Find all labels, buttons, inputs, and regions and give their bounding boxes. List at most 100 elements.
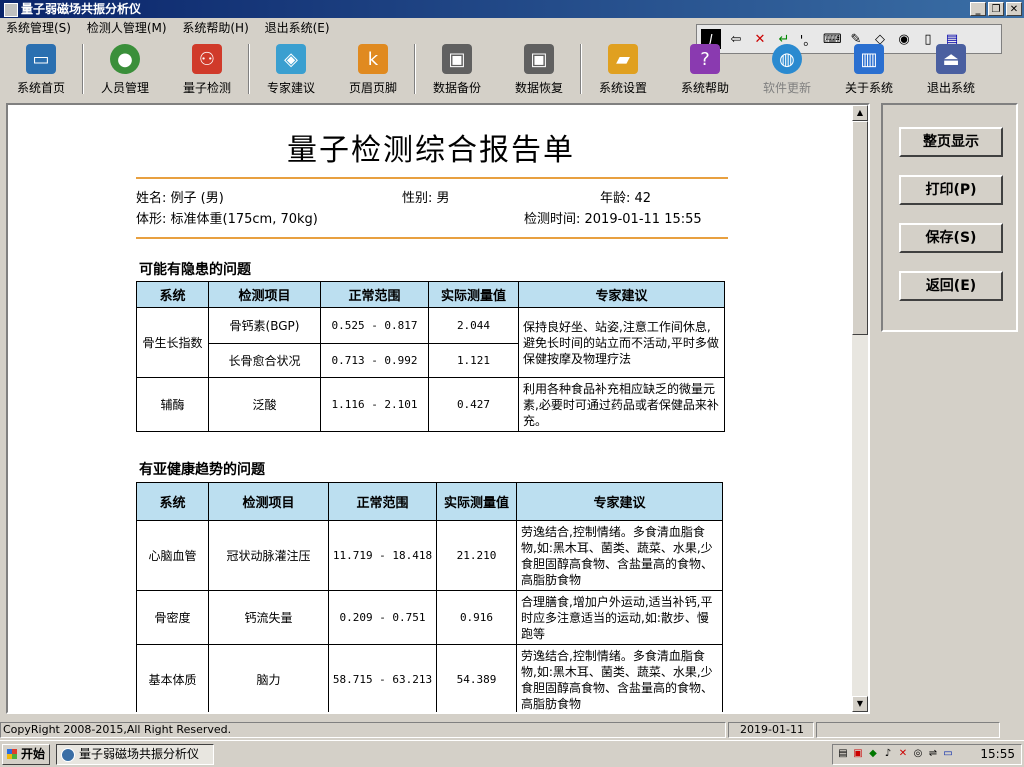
cell-item: 冠状动脉灌注压 <box>208 520 329 591</box>
minimize-button[interactable]: _ <box>970 2 986 16</box>
tray-volume-icon[interactable]: ♪ <box>882 748 894 760</box>
status-empty-pane <box>816 722 1000 738</box>
book-icon: ◈ <box>276 44 306 74</box>
header-system: 系统 <box>136 281 209 308</box>
cell-range: 58.715 - 63.213 <box>328 644 437 712</box>
main-toolbar: ▭ 系统首页 ● 人员管理 ⚇ 量子检测 ◈ 专家建议 k 页眉页脚 ▣ 数据备份 ▣ 数据恢… <box>0 40 1024 98</box>
section-title-subhealth: 有亚健康趋势的问题 <box>139 462 265 478</box>
menu-exit[interactable]: 退出系统(E) <box>265 21 330 35</box>
patient-name: 姓名: 例子 (男) <box>136 191 224 206</box>
return-button[interactable]: 返回(E) <box>899 271 1003 301</box>
window-title: 量子弱磁场共振分析仪 <box>21 2 142 16</box>
section-title-risk: 可能有隐患的问题 <box>139 262 251 278</box>
title-bar: 量子弱磁场共振分析仪 _ ❐ ✕ <box>0 0 1024 18</box>
taskbar: 开始 量子弱磁场共振分析仪 ▤ ▣ ◆ ♪ ✕ ◎ ⇌ ▭ 15:55 <box>0 740 1024 767</box>
header-item: 检测项目 <box>208 281 321 308</box>
cell-range: 11.719 - 18.418 <box>328 520 437 591</box>
tray-keyboard-icon[interactable]: ▤ <box>837 748 849 760</box>
header-value: 实际测量值 <box>428 281 519 308</box>
status-bar: CopyRight 2008-2015,All Right Reserved. … <box>0 720 1024 740</box>
scroll-thumb[interactable] <box>852 121 868 335</box>
toolbar-quantum-test-button[interactable]: ⚇ 量子检测 <box>166 40 248 98</box>
table-row: 骨生长指数 骨钙素(BGP) 0.525 - 0.817 2.044 保持良好坐… <box>136 307 725 378</box>
tray-usb-icon[interactable]: ⇌ <box>927 748 939 760</box>
close-button[interactable]: ✕ <box>1006 2 1022 16</box>
network-icon: ⚇ <box>192 44 222 74</box>
table-row: 辅酶 泛酸 1.116 - 2.101 0.427 利用各种食品补充相应缺乏的微… <box>136 377 725 432</box>
toolbar-exit-button[interactable]: ⏏ 退出系统 <box>910 40 992 98</box>
folder-settings-icon: ▰ <box>608 44 638 74</box>
exit-icon: ⏏ <box>936 44 966 74</box>
toolbar-restore-button[interactable]: ▣ 数据恢复 <box>498 40 580 98</box>
help-book-icon: ? <box>690 44 720 74</box>
toolbar-expert-advice-button[interactable]: ◈ 专家建议 <box>250 40 332 98</box>
people-icon: ● <box>110 44 140 74</box>
cell-advice: 劳逸结合,控制情绪。多食清血脂食物,如:黑木耳、菌类、蔬菜、水果,少食胆固醇高食… <box>516 520 723 591</box>
cell-value: 2.044 <box>428 307 519 344</box>
patient-age: 年龄: 42 <box>600 191 652 206</box>
page-icon: k <box>358 44 388 74</box>
taskbar-app-item[interactable]: 量子弱磁场共振分析仪 <box>56 744 214 765</box>
disk-backup-icon: ▣ <box>442 44 472 74</box>
header-item: 检测项目 <box>208 482 329 521</box>
print-button[interactable]: 打印(P) <box>899 175 1003 205</box>
risk-table: 系统 检测项目 正常范围 实际测量值 专家建议 骨生长指数 骨钙素(BGP) 0… <box>136 281 725 432</box>
cell-range: 0.209 - 0.751 <box>328 590 437 645</box>
cell-item: 钙流失量 <box>208 590 329 645</box>
restore-button[interactable]: ❐ <box>988 2 1004 16</box>
toolbar-header-footer-button[interactable]: k 页眉页脚 <box>332 40 414 98</box>
monitor-icon: ▭ <box>26 44 56 74</box>
cell-system: 骨密度 <box>136 590 209 645</box>
fit-page-button[interactable]: 整页显示 <box>899 127 1003 157</box>
table-row: 骨密度 钙流失量 0.209 - 0.751 0.916 合理膳食,增加户外运动… <box>136 590 723 645</box>
tray-shield-icon[interactable]: ◆ <box>867 748 879 760</box>
toolbar-settings-button[interactable]: ▰ 系统设置 <box>582 40 664 98</box>
cell-item: 骨钙素(BGP) <box>208 307 321 344</box>
cell-system: 骨生长指数 <box>136 307 209 378</box>
toolbar-home-button[interactable]: ▭ 系统首页 <box>0 40 82 98</box>
report-scrollbar[interactable]: ▲ ▼ <box>852 105 868 712</box>
cell-value: 1.121 <box>428 343 519 378</box>
save-button[interactable]: 保存(S) <box>899 223 1003 253</box>
header-advice: 专家建议 <box>518 281 725 308</box>
tray-network-icon[interactable]: ✕ <box>897 748 909 760</box>
toolbar-people-button[interactable]: ● 人员管理 <box>84 40 166 98</box>
cell-advice: 利用各种食品补充相应缺乏的微量元素,必要时可通过药品或者保健品来补充。 <box>518 377 725 432</box>
cell-item: 脑力 <box>208 644 329 712</box>
action-panel: 整页显示 打印(P) 保存(S) 返回(E) <box>881 103 1018 332</box>
scroll-down-arrow-icon[interactable]: ▼ <box>852 696 868 712</box>
table-row: 心脑血管 冠状动脉灌注压 11.719 - 18.418 21.210 劳逸结合… <box>136 520 723 591</box>
tray-window-icon[interactable]: ▣ <box>852 748 864 760</box>
tray-monitor-icon[interactable]: ▭ <box>942 748 954 760</box>
cell-advice: 保持良好坐、站姿,注意工作间休息,避免长时间的站立而不活动,平时多做保健按摩及物… <box>518 307 725 378</box>
status-date: 2019-01-11 <box>728 722 814 738</box>
tray-disc-icon[interactable]: ◎ <box>912 748 924 760</box>
divider <box>136 177 728 179</box>
cell-system: 基本体质 <box>136 644 209 712</box>
cell-range: 1.116 - 2.101 <box>320 377 429 432</box>
subhealth-table: 系统 检测项目 正常范围 实际测量值 专家建议 心脑血管 冠状动脉灌注压 11.… <box>136 482 723 712</box>
toolbar-help-button[interactable]: ? 系统帮助 <box>664 40 746 98</box>
cell-value: 54.389 <box>436 644 517 712</box>
menu-tester-manage[interactable]: 检测人管理(M) <box>87 21 167 35</box>
table-header-row: 系统 检测项目 正常范围 实际测量值 专家建议 <box>136 281 725 308</box>
patient-gender: 性别: 男 <box>402 191 450 206</box>
table-row: 基本体质 脑力 58.715 - 63.213 54.389 劳逸结合,控制情绪… <box>136 644 723 712</box>
toolbar-update-button[interactable]: ◍ 软件更新 <box>746 40 828 98</box>
globe-icon: ◍ <box>772 44 802 74</box>
status-copyright: CopyRight 2008-2015,All Right Reserved. <box>0 722 726 738</box>
scroll-up-arrow-icon[interactable]: ▲ <box>852 105 868 121</box>
system-tray: ▤ ▣ ◆ ♪ ✕ ◎ ⇌ ▭ 15:55 <box>832 744 1022 765</box>
test-time: 检测时间: 2019-01-11 15:55 <box>524 212 702 227</box>
divider <box>136 237 728 239</box>
cell-value: 21.210 <box>436 520 517 591</box>
toolbar-about-button[interactable]: ▥ 关于系统 <box>828 40 910 98</box>
cell-system: 辅酶 <box>136 377 209 432</box>
menu-system-manage[interactable]: 系统管理(S) <box>6 21 71 35</box>
menu-system-help[interactable]: 系统帮助(H) <box>182 21 248 35</box>
chart-icon: ▥ <box>854 44 884 74</box>
cell-range: 0.713 - 0.992 <box>320 343 429 378</box>
start-button[interactable]: 开始 <box>2 744 50 765</box>
cell-advice: 劳逸结合,控制情绪。多食清血脂食物,如:黑木耳、菌类、蔬菜、水果,少食胆固醇高食… <box>516 644 723 712</box>
toolbar-backup-button[interactable]: ▣ 数据备份 <box>416 40 498 98</box>
